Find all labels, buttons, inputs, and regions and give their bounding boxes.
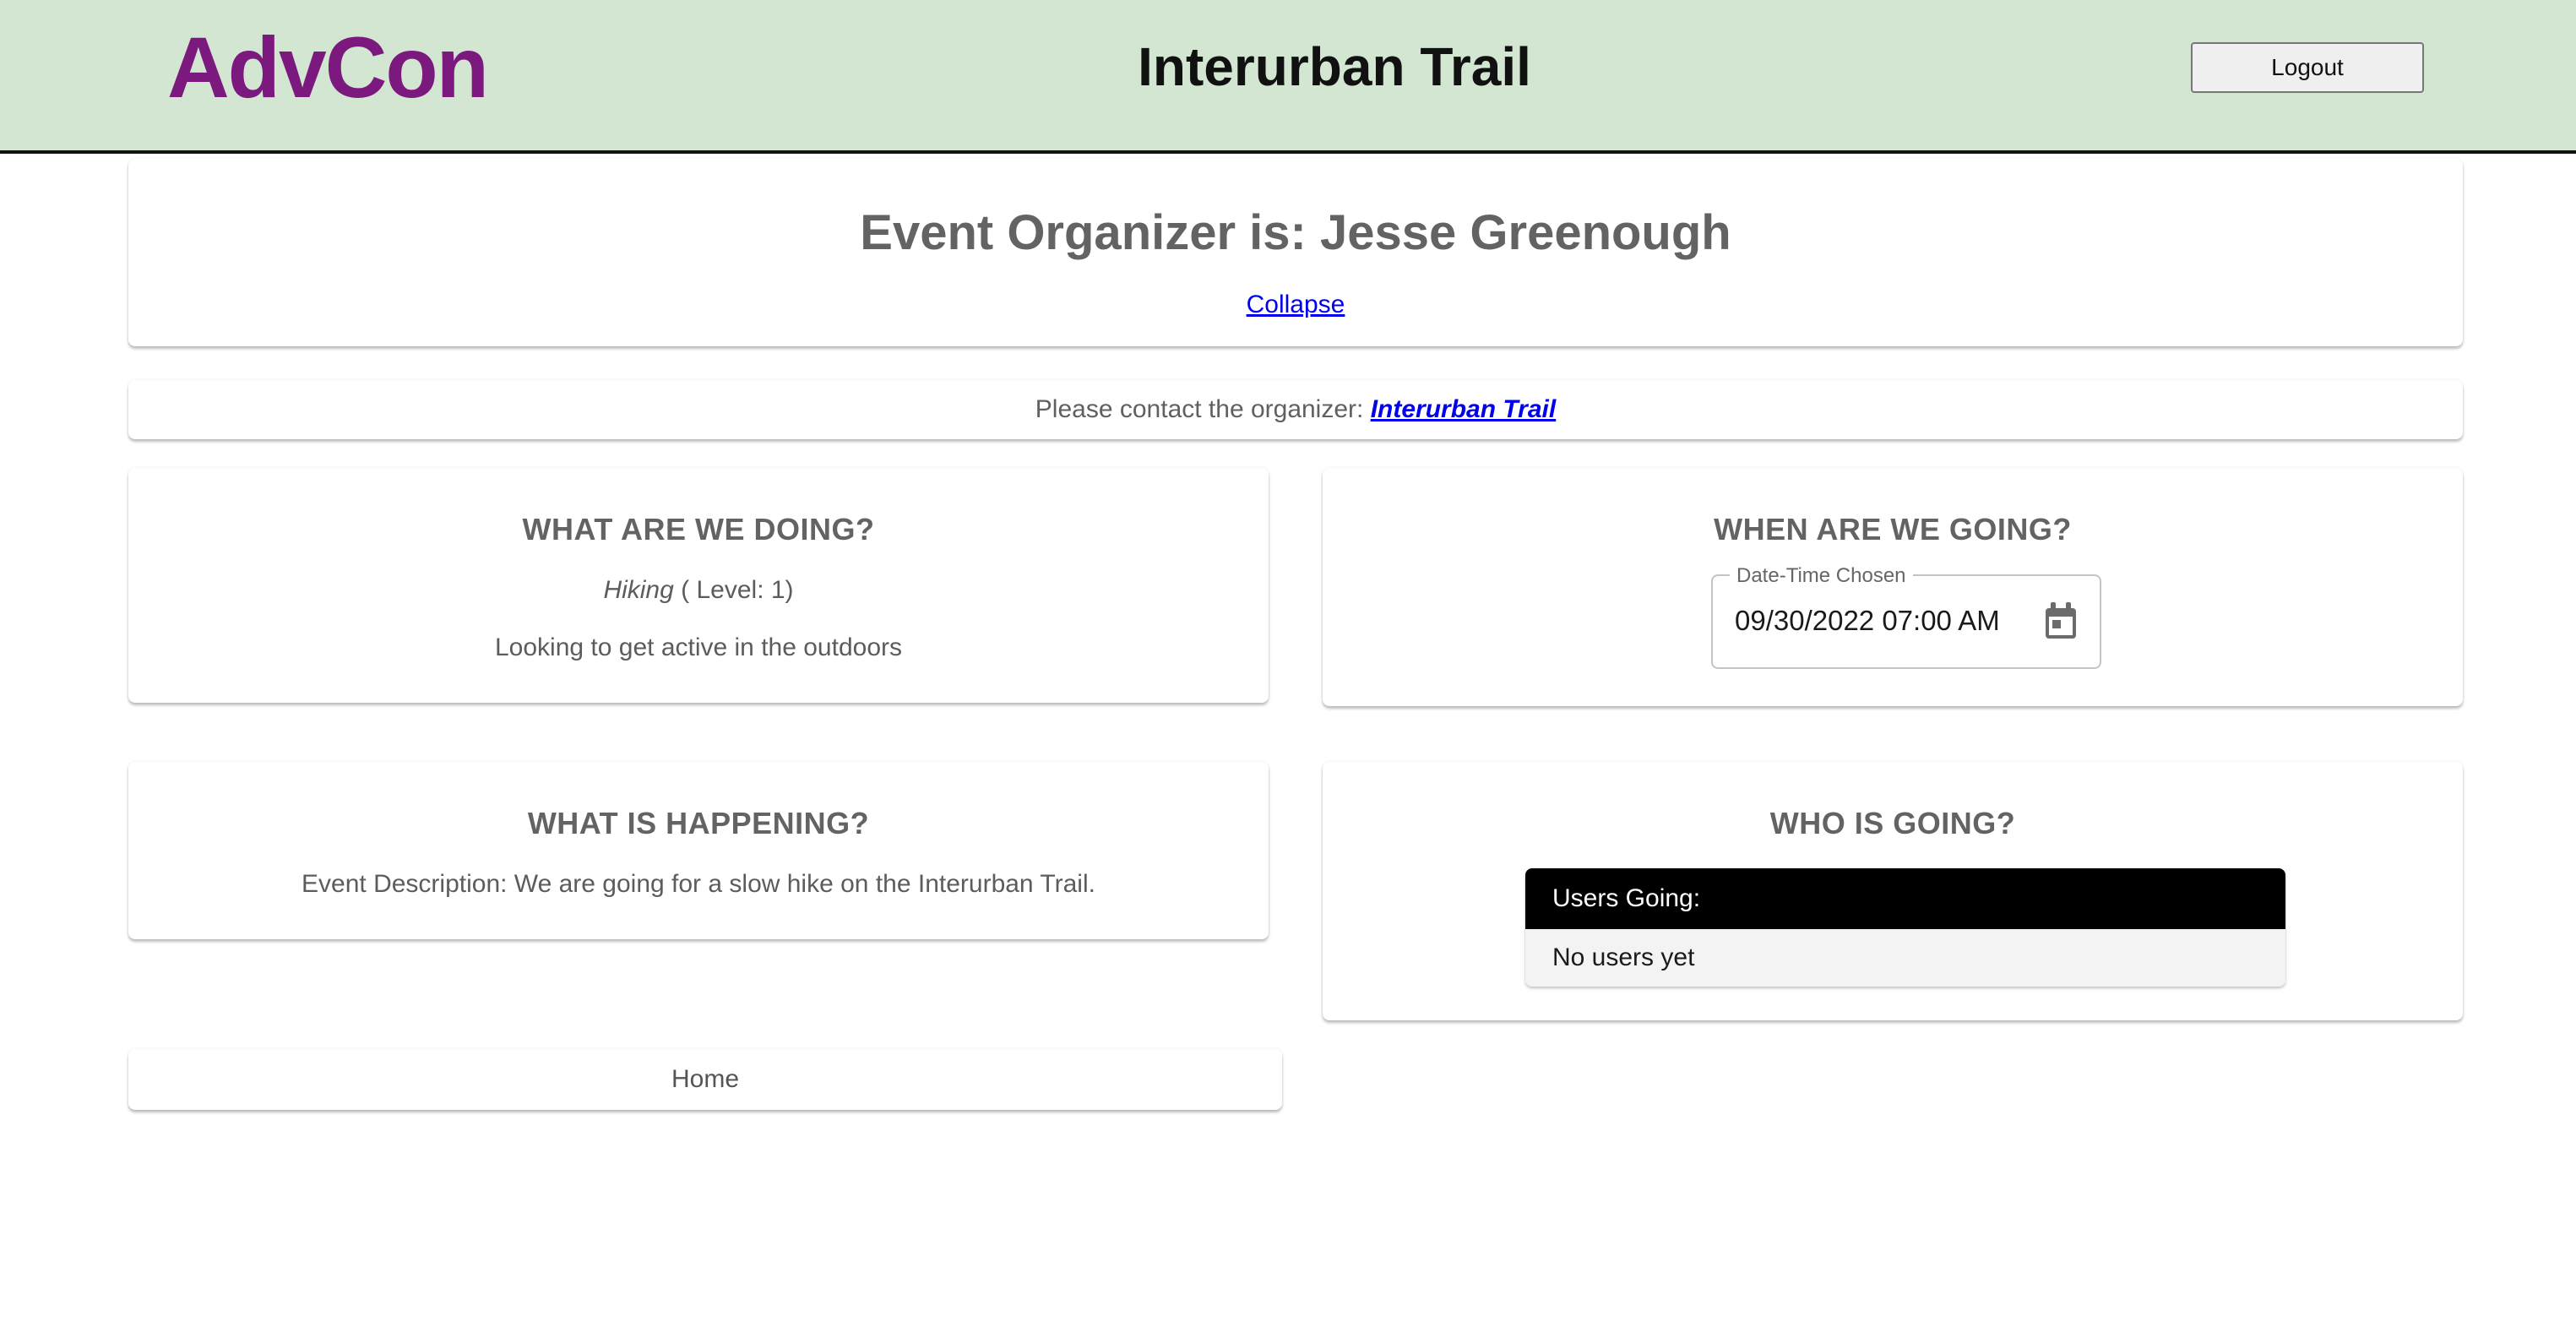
contact-card: Please contact the organizer: Interurban… xyxy=(128,380,2463,439)
calendar-icon[interactable] xyxy=(2044,601,2078,640)
activity-line: Hiking ( Level: 1) xyxy=(128,576,1269,605)
who-is-going-card: WHO IS GOING? Users Going: No users yet xyxy=(1323,762,2463,1020)
doing-section-title: WHAT ARE WE DOING? xyxy=(522,512,875,546)
organizer-heading: Event Organizer is: Jesse Greenough xyxy=(860,205,1731,260)
users-going-header: Users Going: xyxy=(1525,868,2285,929)
what-is-happening-card: WHAT IS HAPPENING? Event Description: We… xyxy=(128,762,1269,939)
contact-organizer-link[interactable]: Interurban Trail xyxy=(1371,395,1557,423)
collapse-row: Collapse xyxy=(128,291,2463,319)
top-header: AdvCon Interurban Trail Logout xyxy=(0,0,2576,154)
activity-name: Hiking xyxy=(603,576,674,604)
contact-prefix: Please contact the organizer: xyxy=(1035,395,1371,423)
users-going-table: Users Going: No users yet xyxy=(1525,868,2285,987)
logout-button[interactable]: Logout xyxy=(2191,42,2424,93)
when-section-title: WHEN ARE WE GOING? xyxy=(1714,512,2072,546)
datetime-field-label: Date-Time Chosen xyxy=(1730,564,1913,588)
datetime-field[interactable]: Date-Time Chosen 09/30/2022 07:00 AM xyxy=(1711,564,2101,669)
collapse-link[interactable]: Collapse xyxy=(1247,291,1345,318)
activity-description: Looking to get active in the outdoors xyxy=(495,633,902,661)
who-section-title: WHO IS GOING? xyxy=(1769,806,2016,840)
organizer-card: Event Organizer is: Jesse Greenough Coll… xyxy=(128,159,2463,346)
event-description: Event Description: We are going for a sl… xyxy=(302,870,1095,898)
what-are-we-doing-card: WHAT ARE WE DOING? Hiking ( Level: 1) Lo… xyxy=(128,468,1269,703)
page-title: Interurban Trail xyxy=(1138,36,1531,97)
users-going-empty-row: No users yet xyxy=(1525,929,2285,987)
datetime-field-value[interactable]: 09/30/2022 07:00 AM xyxy=(1735,605,2000,637)
when-are-we-going-card: WHEN ARE WE GOING? Date-Time Chosen 09/3… xyxy=(1323,468,2463,706)
happening-section-title: WHAT IS HAPPENING? xyxy=(527,806,870,840)
activity-level: ( Level: 1) xyxy=(673,576,794,604)
home-button[interactable]: Home xyxy=(128,1049,1282,1110)
